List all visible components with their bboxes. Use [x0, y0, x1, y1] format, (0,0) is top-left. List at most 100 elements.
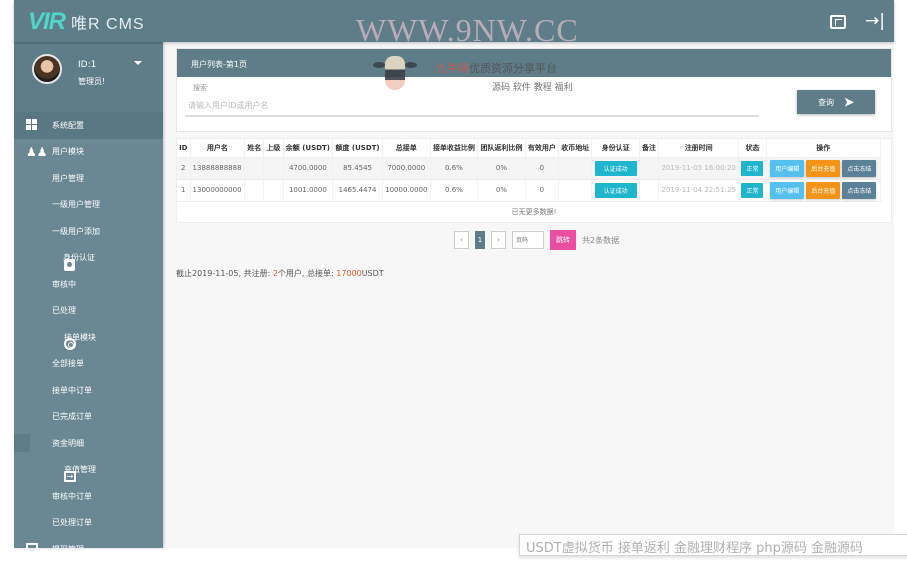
sidebar-item-label: 一级用户管理: [52, 200, 100, 210]
sidebar-item-identity[interactable]: 身份认证: [14, 245, 163, 272]
sidebar: ID:1 管理员! 系统配置 ♟♟ 用户模块 用户管理 一级用户管理 一级用户添…: [14, 42, 163, 548]
edit-user-button[interactable]: 用户编辑: [770, 181, 805, 199]
col-name: 姓名: [244, 139, 265, 158]
cell-total-orders: 10000.0000: [382, 179, 431, 202]
cell-address: [558, 179, 593, 202]
table-header-row: ID 用户名 姓名 上级 余额 (USDT) 额度 (USDT) 总接单 接单收…: [177, 139, 882, 158]
sidebar-item-reviewing-orders[interactable]: 审核中订单: [14, 483, 163, 510]
cell-name: [244, 157, 265, 180]
brand-watermark: 九牛网优质资源分享平台: [436, 60, 557, 76]
avatar[interactable]: [32, 54, 62, 84]
cell-order-rate: 0.6%: [430, 157, 479, 180]
sidebar-item-label: 已处理: [52, 306, 76, 316]
cell-order-rate: 0.6%: [430, 179, 479, 202]
col-identity: 身份认证: [591, 139, 640, 158]
sidebar-item-level1-user-add[interactable]: 一级用户添加: [14, 218, 163, 245]
cell-parent: [263, 157, 284, 180]
sidebar-item-user-manage[interactable]: 用户管理: [14, 165, 163, 192]
cell-balance: 1001.0000: [283, 179, 334, 202]
sidebar-item-order-module[interactable]: 接单模块: [14, 324, 163, 351]
sidebar-item-level1-user-manage[interactable]: 一级用户管理: [14, 192, 163, 219]
cell-note: [639, 157, 660, 180]
sidebar-item-user-module[interactable]: ♟♟ 用户模块: [14, 139, 163, 166]
logo[interactable]: VIR 唯R CMS: [28, 8, 145, 36]
col-quota: 额度 (USDT): [332, 139, 383, 158]
cell-username: 13888888888: [190, 157, 246, 180]
sidebar-item-processed-orders[interactable]: 已处理订单: [14, 510, 163, 537]
cell-reg-time: 2019-11-05 16:00:20: [658, 157, 740, 180]
col-ops: 操作: [766, 139, 882, 158]
table-row: 2 13888888888 4700.0000 85.4545 7000.000…: [177, 157, 882, 180]
sidebar-item-label: 审核中: [52, 279, 76, 289]
query-button[interactable]: 查询 ➤: [797, 90, 875, 114]
edit-user-button[interactable]: 用户编辑: [770, 159, 805, 177]
no-more-data: 已无更多数据!: [511, 207, 557, 216]
sidebar-item-processed[interactable]: 已处理: [14, 298, 163, 325]
sidebar-item-label: 提现管理: [52, 544, 84, 548]
sidebar-item-completed-orders[interactable]: 已完成订单: [14, 404, 163, 431]
cell-name: [244, 179, 265, 202]
user-id: ID:1: [78, 60, 97, 70]
logout-icon[interactable]: →|: [865, 11, 885, 31]
user-role: 管理员!: [78, 77, 106, 86]
cell-ops: 用户编辑 后台充值 点击冻结: [766, 179, 882, 202]
sidebar-item-system-config[interactable]: 系统配置: [14, 112, 163, 139]
cell-valid-users: 0: [525, 157, 560, 180]
id-badge-icon: [64, 258, 75, 271]
cell-address: [558, 157, 593, 180]
col-balance: 余额 (USDT): [283, 139, 334, 158]
status-badge: 正常: [741, 160, 764, 176]
cell-parent: [263, 179, 284, 202]
cell-identity: 认证成功: [591, 157, 640, 180]
col-total-orders: 总接单: [382, 139, 431, 158]
page-1-button[interactable]: 1: [475, 231, 485, 249]
box-icon: [26, 543, 38, 548]
page-number-input[interactable]: [512, 231, 544, 249]
cell-valid-users: 0: [525, 179, 560, 202]
fullscreen-icon[interactable]: [830, 15, 846, 29]
admin-recharge-button[interactable]: 后台充值: [806, 181, 841, 199]
brand-watermark-sub: 源码 软件 教程 福利: [492, 83, 573, 93]
sidebar-item-recharge[interactable]: → 充值管理: [14, 457, 163, 484]
query-button-label: 查询: [817, 97, 834, 107]
col-note: 备注: [639, 139, 660, 158]
sidebar-item-label: 已处理订单: [52, 518, 92, 528]
sidebar-item-withdraw[interactable]: 提现管理: [14, 536, 163, 548]
sidebar-item-label: 一级用户添加: [52, 226, 100, 236]
prev-page-button[interactable]: ‹: [454, 231, 469, 249]
sidebar-item-fund-details[interactable]: 资金明细: [14, 430, 163, 457]
next-page-button[interactable]: ›: [491, 231, 506, 249]
cell-quota: 85.4545: [332, 157, 383, 180]
summary-unit: USDT: [361, 269, 384, 278]
brand-watermark-text: 优质资源分享平台: [469, 62, 557, 75]
cell-username: 13000000000: [190, 179, 246, 202]
cell-id: 2: [177, 157, 191, 180]
cell-reg-time: 2019-11-04 22:51:25: [658, 179, 740, 202]
sidebar-item-orders-in-progress[interactable]: 接单中订单: [14, 377, 163, 404]
summary-user-suffix: 个用户, 总接单:: [277, 269, 337, 278]
table-row: 1 13000000000 1001.0000 1465.4474 10000.…: [177, 179, 882, 202]
freeze-button[interactable]: 点击冻结: [842, 159, 877, 177]
cell-id: 1: [177, 179, 191, 202]
cell-note: [639, 179, 660, 202]
cell-status: 正常: [738, 157, 767, 180]
sidebar-item-label: 资金明细: [52, 438, 84, 448]
user-table-wrap: ID 用户名 姓名 上级 余额 (USDT) 额度 (USDT) 总接单 接单收…: [176, 138, 892, 223]
admin-recharge-button[interactable]: 后台充值: [806, 159, 841, 177]
sidebar-item-label: 接单中订单: [52, 385, 92, 395]
sidebar-item-all-orders[interactable]: 全部接单: [14, 351, 163, 378]
search-input[interactable]: [185, 95, 759, 117]
cell-identity: 认证成功: [591, 179, 640, 202]
col-order-rate: 接单收益比例: [430, 139, 479, 158]
users-icon: ♟♟: [26, 144, 48, 159]
user-menu-caret-icon[interactable]: [134, 61, 142, 65]
sidebar-item-reviewing[interactable]: 审核中: [14, 271, 163, 298]
cell-total-orders: 7000.0000: [382, 157, 431, 180]
freeze-button[interactable]: 点击冻结: [842, 181, 877, 199]
cell-team-rate: 0%: [477, 157, 526, 180]
jump-button[interactable]: 跳转: [550, 230, 576, 250]
summary-prefix: 截止2019-11-05, 共注册:: [176, 269, 273, 278]
col-team-rate: 团队返利比例: [477, 139, 526, 158]
sidebar-item-label: 审核中订单: [52, 491, 92, 501]
bottom-caption: USDT虚拟货币 接单返利 金融理财程序 php源码 金融源码: [519, 534, 907, 556]
